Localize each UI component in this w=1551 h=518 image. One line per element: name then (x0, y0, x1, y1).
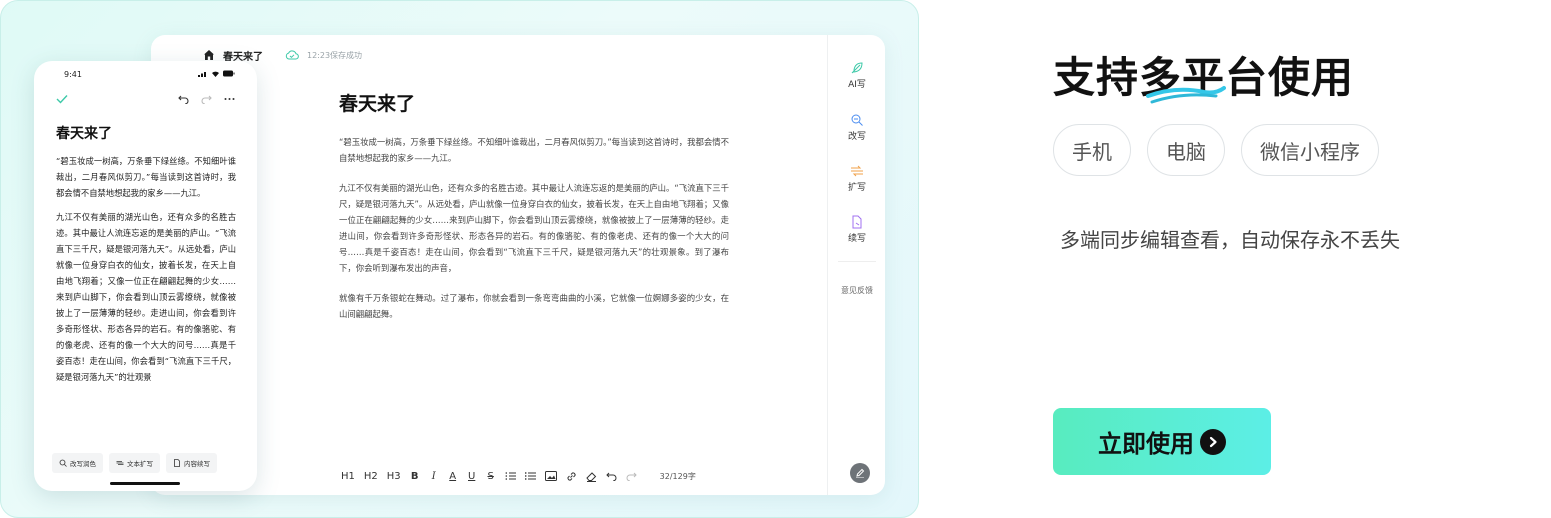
phone-time: 9:41 (64, 70, 82, 79)
edit-icon (856, 468, 865, 478)
rail-continue-label: 续写 (847, 234, 866, 244)
rail-divider (838, 261, 876, 262)
redo-icon[interactable] (201, 94, 212, 104)
phone-ai-actions: 改写润色 文本扩写 内容续写 (52, 453, 217, 473)
chip-mini-program: 微信小程序 (1241, 124, 1379, 176)
platform-chips: 手机 电脑 微信小程序 (1053, 124, 1379, 176)
ordered-list-icon[interactable] (505, 469, 516, 483)
bullet-list-icon[interactable] (524, 469, 536, 483)
use-now-label: 立即使用 (1098, 430, 1194, 458)
more-icon[interactable] (224, 97, 235, 101)
phone-status-icons (198, 70, 235, 77)
heading2-button[interactable]: H2 (364, 469, 378, 483)
wifi-icon (212, 71, 219, 77)
continue-doc-icon (174, 459, 180, 467)
rewrite-icon (851, 114, 863, 126)
phone-doc-title: 春天来了 (56, 126, 112, 142)
desktop-editor-mockup: 春天来了 12:23保存成功 春天来了 “碧玉妆成一树高，万条垂下绿丝绦。不知细… (151, 35, 885, 495)
edit-fab[interactable] (850, 463, 870, 483)
rail-expand-label: 扩写 (847, 183, 866, 193)
phone-rewrite-button[interactable]: 改写润色 (52, 453, 103, 473)
heading1-button[interactable]: H1 (341, 469, 355, 483)
phone-editor-mockup: 9:41 春天来了 “碧玉妆成一树高，万条垂下绿丝绦。不知细叶谁裁出，二月春风似… (34, 61, 257, 491)
arrow-right-icon (1200, 428, 1226, 455)
desktop-paragraph: 九江不仅有美丽的湖光山色，还有众多的名胜古迹。其中最让人流连忘返的是美丽的庐山。… (339, 183, 729, 273)
link-icon[interactable] (566, 469, 577, 483)
italic-button[interactable]: I (429, 469, 439, 483)
phone-nav-bar (56, 91, 235, 107)
rewrite-icon (59, 459, 67, 467)
strikethrough-button[interactable]: S (486, 469, 496, 483)
rail-rewrite-label: 改写 (847, 132, 866, 142)
desktop-paragraph: “碧玉妆成一树高，万条垂下绿丝绦。不知细叶谁裁出，二月春风似剪刀。”每当读到这首… (339, 137, 729, 163)
phone-continue-button[interactable]: 内容续写 (166, 453, 217, 473)
phone-document[interactable]: “碧玉妆成一树高，万条垂下绿丝绦。不知细叶谁裁出，二月春风似剪刀。”每当读到这首… (56, 153, 236, 393)
save-status: 12:23保存成功 (307, 50, 363, 60)
expand-icon (851, 165, 863, 177)
phone-expand-button[interactable]: 文本扩写 (109, 453, 160, 473)
phone-rewrite-label: 改写润色 (70, 460, 96, 468)
rail-ai-write[interactable]: AI写 (828, 61, 885, 90)
underline-button[interactable]: U (467, 469, 477, 483)
word-count: 32/129字 (659, 471, 696, 481)
bold-button[interactable]: B (410, 469, 420, 483)
eraser-icon[interactable] (586, 469, 597, 483)
rail-ai-write-label: AI写 (848, 80, 866, 90)
image-icon[interactable] (544, 469, 557, 483)
phone-paragraph: “碧玉妆成一树高，万条垂下绿丝绦。不知细叶谁裁出，二月春风似剪刀。”每当读到这首… (56, 156, 236, 198)
phone-expand-label: 文本扩写 (127, 460, 153, 468)
redo-icon[interactable] (626, 469, 637, 483)
use-now-button[interactable]: 立即使用 (1053, 408, 1271, 475)
chip-desktop: 电脑 (1147, 124, 1225, 176)
chip-phone: 手机 (1053, 124, 1131, 176)
rail-expand[interactable]: 扩写 (828, 164, 885, 193)
desktop-paragraph: 就像有千万条银蛇在舞动。过了瀑布，你就会看到一条弯弯曲曲的小溪，它就像一位婀娜多… (339, 293, 729, 319)
desktop-document[interactable]: 春天来了 “碧玉妆成一树高，万条垂下绿丝绦。不知细叶谁裁出，二月春风似剪刀。”每… (339, 89, 729, 336)
rail-rewrite[interactable]: 改写 (828, 113, 885, 142)
phone-paragraph: 九江不仅有美丽的湖光山色，还有众多的名胜古迹。其中最让人流连忘返的是美丽的庐山。… (56, 212, 236, 382)
undo-icon[interactable] (605, 469, 617, 483)
signal-icon (198, 72, 206, 77)
ai-side-rail: AI写 改写 扩写 续写 意见反馈 (827, 35, 885, 495)
cloud-saved-icon (285, 50, 299, 60)
continue-doc-icon (852, 215, 862, 229)
battery-icon (223, 70, 235, 77)
desktop-doc-title: 春天来了 (339, 93, 416, 115)
undo-icon[interactable] (178, 94, 189, 104)
expand-icon (116, 461, 124, 465)
headline-brush-stroke (1146, 86, 1226, 104)
rail-continue[interactable]: 续写 (828, 215, 885, 244)
home-indicator (110, 482, 180, 485)
home-icon (204, 50, 214, 60)
format-toolbar: H1 H2 H3 B I A U S 32/129字 (341, 469, 696, 483)
rail-feedback[interactable]: 意见反馈 (828, 285, 885, 296)
subtitle: 多端同步编辑查看，自动保存永不丢失 (1060, 228, 1400, 252)
feather-icon (851, 62, 863, 74)
heading3-button[interactable]: H3 (387, 469, 401, 483)
check-icon[interactable] (56, 94, 68, 104)
platform-showcase: 春天来了 12:23保存成功 春天来了 “碧玉妆成一树高，万条垂下绿丝绦。不知细… (0, 0, 919, 518)
font-color-button[interactable]: A (448, 469, 458, 483)
phone-continue-label: 内容续写 (184, 460, 210, 468)
